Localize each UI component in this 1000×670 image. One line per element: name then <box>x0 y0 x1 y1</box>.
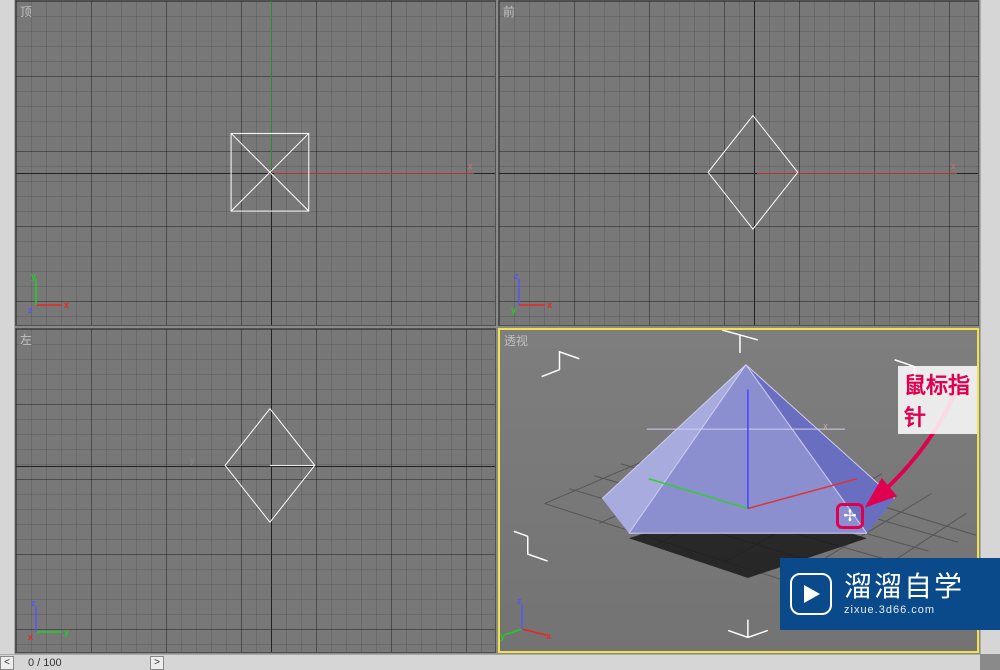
watermark-subtitle: zixue.3d66.com <box>844 605 964 616</box>
right-panel-strip[interactable] <box>980 0 1000 654</box>
left-toolbar[interactable] <box>0 0 15 670</box>
axis-gizmo-front: x z y <box>511 273 551 313</box>
axis-gizmo-left: y z x <box>28 600 68 640</box>
axis-vertical <box>754 1 755 325</box>
watermark-badge: 溜溜自学 zixue.3d66.com <box>780 558 1000 630</box>
axis-gizmo-perspective: x y z <box>512 599 552 639</box>
svg-text:x: x <box>546 631 551 641</box>
viewport-left[interactable]: y 左 y z x <box>15 328 496 653</box>
svg-text:z: z <box>514 271 519 281</box>
timeline-bar[interactable]: < 0 / 100 > <box>0 654 980 670</box>
svg-text:z: z <box>28 305 33 315</box>
y-axis-line <box>271 1 272 169</box>
svg-text:x: x <box>547 300 552 310</box>
viewport-container: x 顶 x y z <box>15 0 980 654</box>
viewport-grid <box>16 329 495 652</box>
x-axis-label: x <box>468 161 473 171</box>
y-axis-label: y <box>190 455 195 465</box>
axis-gizmo-top: x y z <box>28 273 68 313</box>
svg-text:y: y <box>31 271 36 281</box>
x-axis-line <box>274 173 474 174</box>
svg-text:y: y <box>64 627 69 637</box>
svg-text:x: x <box>64 300 69 310</box>
timeline-scroll-left-button[interactable]: < <box>0 656 14 670</box>
app-root: x 顶 x y z <box>0 0 1000 670</box>
x-axis-line <box>757 173 957 174</box>
timeline-scroll-right-button[interactable]: > <box>150 656 164 670</box>
viewport-top[interactable]: x 顶 x y z <box>15 0 496 326</box>
svg-text:x: x <box>28 632 33 642</box>
watermark-title: 溜溜自学 <box>844 573 964 601</box>
svg-text:z: z <box>517 596 522 606</box>
viewport-grid <box>499 1 978 325</box>
annotation-label: 鼠标指针 <box>898 366 977 434</box>
svg-text:z: z <box>31 598 36 608</box>
svg-text:y: y <box>500 631 505 641</box>
svg-text:y: y <box>511 305 516 315</box>
viewport-grid <box>16 1 495 325</box>
axis-vertical <box>271 329 272 652</box>
svg-text:x: x <box>823 421 828 431</box>
timeline-frame-display: 0 / 100 <box>28 657 62 669</box>
viewport-front[interactable]: x 前 x z y <box>498 0 979 326</box>
x-axis-label: x <box>951 161 956 171</box>
axis-horizontal <box>16 466 495 467</box>
play-icon <box>790 573 832 615</box>
